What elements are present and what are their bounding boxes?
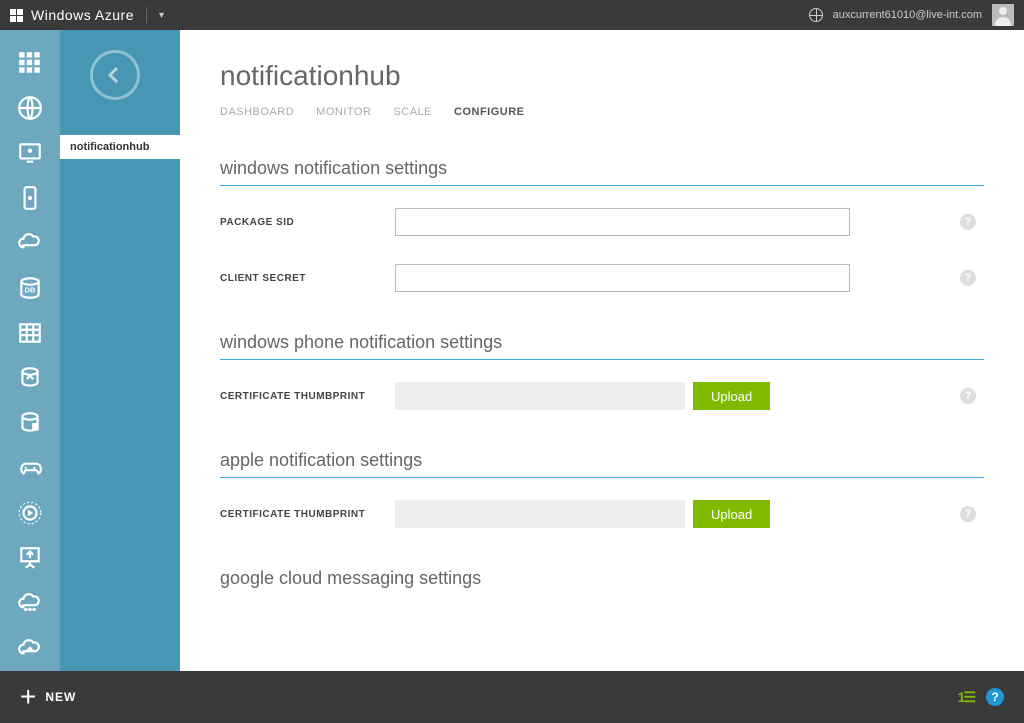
tab-scale[interactable]: SCALE — [393, 106, 432, 118]
bottom-bar: + NEW 1☰ ? — [0, 671, 1024, 723]
new-button[interactable]: + NEW — [20, 683, 76, 711]
storage-icon[interactable] — [15, 318, 45, 347]
topbar-right: auxcurrent61010@live-int.com — [809, 4, 1014, 26]
topbar-left: Windows Azure ▾ — [10, 7, 164, 23]
section-title-apple: apple notification settings — [220, 450, 984, 471]
label-client-secret: CLIENT SECRET — [220, 273, 395, 284]
networks-icon[interactable] — [15, 589, 45, 618]
section-title-windows: windows notification settings — [220, 158, 984, 179]
virtual-machines-icon[interactable] — [15, 138, 45, 167]
brand-label: Windows Azure — [31, 7, 134, 23]
status-count: 1 — [958, 689, 964, 705]
upload-button-wp[interactable]: Upload — [693, 382, 770, 410]
section-title-gcm: google cloud messaging settings — [220, 568, 984, 589]
sidebar: DB — [0, 30, 60, 671]
section-windows-notification: windows notification settings PACKAGE SI… — [220, 158, 984, 292]
help-icon[interactable]: ? — [960, 388, 976, 404]
game-services-icon[interactable] — [15, 454, 45, 483]
input-client-secret[interactable] — [395, 264, 850, 292]
field-apple-cert-thumbprint: CERTIFICATE THUMBPRINT Upload ? — [220, 500, 984, 528]
back-button[interactable] — [90, 50, 140, 100]
tab-monitor[interactable]: MONITOR — [316, 106, 371, 118]
cloud-services-icon[interactable] — [15, 228, 45, 257]
section-gcm: google cloud messaging settings — [220, 568, 984, 589]
subnav-item-notificationhub[interactable]: notificationhub — [60, 135, 180, 159]
subnav: notificationhub — [60, 30, 180, 671]
bottom-right: 1☰ ? — [958, 688, 1004, 706]
readonly-wp-cert — [395, 382, 685, 410]
section-rule — [220, 185, 984, 186]
top-bar: Windows Azure ▾ auxcurrent61010@live-int… — [0, 0, 1024, 30]
readonly-apple-cert — [395, 500, 685, 528]
section-rule — [220, 359, 984, 360]
topbar-divider — [146, 7, 147, 23]
svg-text:DB: DB — [25, 285, 36, 294]
help-icon[interactable]: ? — [960, 270, 976, 286]
tab-configure[interactable]: CONFIGURE — [454, 106, 525, 118]
input-package-sid[interactable] — [395, 208, 850, 236]
traffic-manager-icon[interactable] — [15, 544, 45, 573]
windows-logo-icon — [10, 9, 23, 22]
section-windows-phone-notification: windows phone notification settings CERT… — [220, 332, 984, 410]
status-indicator-icon[interactable]: 1☰ — [958, 689, 974, 706]
label-wp-cert: CERTIFICATE THUMBPRINT — [220, 391, 395, 402]
service-bus-icon[interactable] — [15, 499, 45, 528]
subscription-dropdown-icon[interactable]: ▾ — [159, 10, 164, 21]
section-apple-notification: apple notification settings CERTIFICATE … — [220, 450, 984, 528]
new-label: NEW — [45, 690, 76, 704]
section-title-wp: windows phone notification settings — [220, 332, 984, 353]
help-icon[interactable]: ? — [960, 506, 976, 522]
help-icon[interactable]: ? — [960, 214, 976, 230]
globe-icon[interactable] — [809, 8, 823, 22]
label-package-sid: PACKAGE SID — [220, 217, 395, 228]
label-apple-cert: CERTIFICATE THUMBPRINT — [220, 509, 395, 520]
main-wrap: DB notificationhub notificationhub DASHB… — [0, 30, 1024, 671]
avatar-icon[interactable] — [992, 4, 1014, 26]
page-title: notificationhub — [220, 60, 984, 92]
plus-icon: + — [20, 683, 37, 711]
field-wp-cert-thumbprint: CERTIFICATE THUMBPRINT Upload ? — [220, 382, 984, 410]
field-package-sid: PACKAGE SID ? — [220, 208, 984, 236]
upload-button-apple[interactable]: Upload — [693, 500, 770, 528]
tab-dashboard[interactable]: DASHBOARD — [220, 106, 294, 118]
addons-icon[interactable] — [15, 634, 45, 663]
section-rule — [220, 477, 984, 478]
sql-databases-icon[interactable]: DB — [15, 273, 45, 302]
field-client-secret: CLIENT SECRET ? — [220, 264, 984, 292]
content-area: notificationhub DASHBOARD MONITOR SCALE … — [180, 30, 1024, 671]
mobile-services-icon[interactable] — [15, 183, 45, 212]
user-email-label[interactable]: auxcurrent61010@live-int.com — [833, 9, 982, 21]
help-button[interactable]: ? — [986, 688, 1004, 706]
tab-bar: DASHBOARD MONITOR SCALE CONFIGURE — [220, 106, 984, 118]
web-sites-icon[interactable] — [15, 93, 45, 122]
hdinsight-icon[interactable] — [15, 364, 45, 393]
all-items-icon[interactable] — [15, 48, 45, 77]
media-services-icon[interactable] — [15, 409, 45, 438]
